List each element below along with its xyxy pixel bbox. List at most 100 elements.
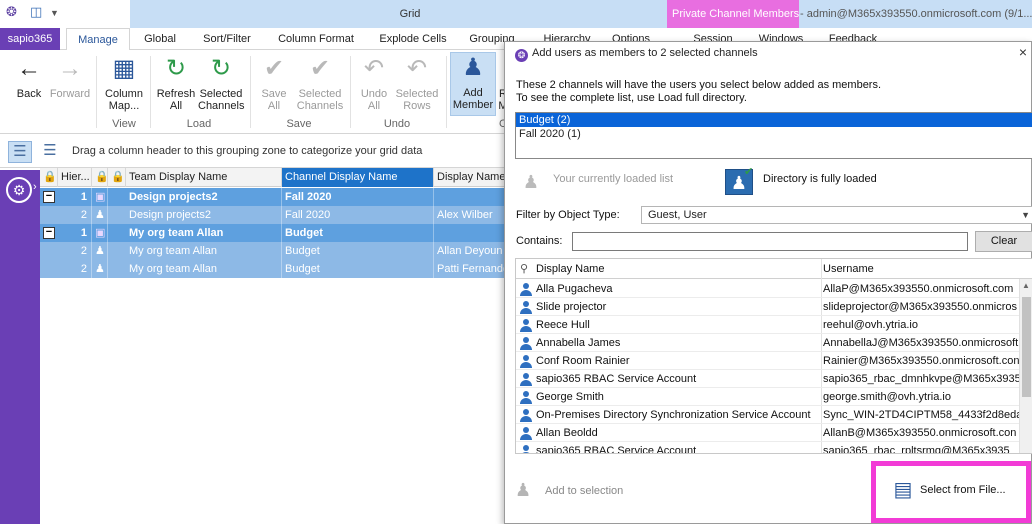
directory-option[interactable]: ♟ ✔ Directory is fully loaded [725,166,925,197]
collapse-icon[interactable]: − [43,191,55,203]
select-from-file-button[interactable]: ▤ Select from File... [890,476,1006,504]
add-member-label-2: Member [452,99,494,111]
title-bar: ❂ ◫ ▼ Grid Private Channel Members - adm… [0,0,1032,28]
dialog-message-line-1: These 2 channels will have the users you… [516,79,882,91]
user-username: george.smith@ovh.ytria.io [823,391,951,403]
tab-global[interactable]: Global [136,28,184,50]
list-view-icon[interactable]: ☰ [8,141,32,163]
table-row[interactable]: 2 ♟ Design projects2 Fall 2020 Alex Wilb… [40,206,505,224]
list-item[interactable]: George Smith george.smith@ovh.ytria.io [516,388,1021,406]
list-item[interactable]: sapio365 RBAC Service Account sapio365_r… [516,370,1021,388]
save-all-label-2: All [267,100,281,112]
chevron-right-icon[interactable]: › [33,181,37,193]
list-item[interactable]: Conf Room Rainier Rainier@M365x393550.on… [516,352,1021,370]
loaded-list-option[interactable]: ♟ Your currently loaded list [517,169,717,197]
refresh-selected-channels-button[interactable]: ↻ Selected Channels [198,54,244,112]
close-icon[interactable]: × [1019,44,1027,60]
channel-list[interactable]: Budget (2) Fall 2020 (1) [515,112,1032,159]
ribbon-separator [250,56,251,128]
refresh-label-1: Refresh [156,88,196,100]
quick-access-icon[interactable]: ◫ [30,4,42,20]
scrollbar-thumb[interactable] [1022,297,1031,397]
contains-input[interactable] [572,232,968,251]
scroll-up-icon[interactable]: ▲ [1022,281,1030,290]
list-item[interactable]: Slide projector slideprojector@M365x3935… [516,298,1021,316]
filter-label: Filter by Object Type: [516,209,620,221]
forward-label: Forward [49,88,91,100]
filter-icon[interactable]: ⚲ [520,259,528,279]
undo-all-button[interactable]: ↶ Undo All [354,54,394,112]
list-item[interactable]: Reece Hull reehul@ovh.ytria.io [516,316,1021,334]
list-item[interactable]: Alla Pugacheva AllaP@M365x393550.onmicro… [516,280,1021,298]
tab-column-format[interactable]: Column Format [270,28,362,50]
channel-members-grid[interactable]: 🔒 Hier... 🔒 🔒 Team Display Name Channel … [40,168,505,524]
contains-label: Contains: [516,235,563,247]
window-title: Grid [399,8,421,20]
column-header-display-name[interactable]: Display Name [536,259,604,279]
add-member-button[interactable]: ♟ Add Member [450,52,496,116]
ribbon-separator [350,56,351,128]
column-header-display-name[interactable]: Display Name [434,168,505,187]
user-username: sapio365_rbac_dmnhkvpe@M365x3935 [823,373,1021,385]
back-label: Back [16,88,42,100]
quick-access-dropdown-icon[interactable]: ▼ [50,8,59,18]
channel-name-cell: Budget [282,242,434,260]
channel-name-cell: Budget [282,260,434,278]
list-item[interactable]: On-Premises Directory Synchronization Se… [516,406,1021,424]
object-type-select[interactable]: Guest, User ▼ [641,206,1032,224]
add-members-dialog: ❂ Add users as members to 2 selected chan… [504,41,1032,524]
collapse-icon[interactable]: − [43,227,55,239]
refresh-all-button[interactable]: ↻ Refresh All [154,54,198,112]
channel-name-cell: Fall 2020 [282,206,434,224]
table-row[interactable]: − 1 ▣ Design projects2 Fall 2020 [40,188,505,206]
back-button[interactable]: ← Back [12,54,46,100]
table-row[interactable]: − 1 ▣ My org team Allan Budget [40,224,505,242]
save-selected-label-2: Channels [296,100,344,112]
channel-name-cell: Fall 2020 [282,188,434,206]
channel-list-item[interactable]: Fall 2020 (1) [516,127,1032,141]
column-header-channel-display-name[interactable]: Channel Display Name [282,168,434,187]
list-item[interactable]: Annabella James AnnabellaJ@M365x393550.o… [516,334,1021,352]
tab-explode-cells[interactable]: Explode Cells [372,28,454,50]
team-name-cell: My org team Allan [126,242,282,260]
channel-list-item[interactable]: Budget (2) [516,113,1032,127]
undo-all-label-2: All [367,100,381,112]
undo-selected-button[interactable]: ↶ Selected Rows [394,54,440,112]
table-row[interactable]: 2 ♟ My org team Allan Budget Patti Ferna… [40,260,505,278]
grid-header: 🔒 Hier... 🔒 🔒 Team Display Name Channel … [40,168,505,187]
app-logo-icon[interactable]: ❂ [6,4,17,20]
display-name-cell [434,188,505,206]
user-list-scrollbar[interactable]: ▲ [1019,279,1032,453]
detail-view-icon[interactable]: ☰ [38,141,62,163]
clear-button[interactable]: Clear [975,231,1032,252]
list-item[interactable]: sapio365 RBAC Service Account sapio365_r… [516,442,1021,453]
add-to-selection-button[interactable]: ♟ Add to selection [515,480,623,502]
settings-gear-icon[interactable]: ⚙ [6,177,32,203]
column-header-hierarchy[interactable]: Hier... [58,168,92,187]
column-header-team-display-name[interactable]: Team Display Name [126,168,282,187]
tab-sort-filter[interactable]: Sort/Filter [196,28,258,50]
table-row[interactable]: 2 ♟ My org team Allan Budget Allan Deyou… [40,242,505,260]
user-username: AllaP@M365x393550.onmicrosoft.com [823,283,1014,295]
grouping-zone[interactable]: ☰ ☰ Drag a column header to this groupin… [0,136,510,168]
ribbon-separator [96,56,97,128]
forward-button[interactable]: → Forward [48,54,92,100]
lock-icon: 🔒 [40,168,58,187]
save-group-label: Save [286,118,312,130]
save-all-button[interactable]: ✔ Save All [254,54,294,112]
dialog-message-line-2: To see the complete list, use Load full … [516,92,747,104]
column-header-username[interactable]: Username [823,259,874,279]
user-display-name: sapio365 RBAC Service Account [536,373,697,385]
user-username: reehul@ovh.ytria.io [823,319,918,331]
loaded-list-label: Your currently loaded list [553,173,674,185]
tab-manage[interactable]: Manage [66,28,130,51]
save-selected-button[interactable]: ✔ Selected Channels [296,54,344,112]
list-item[interactable]: Allan Beoldd AllanB@M365x393550.onmicros… [516,424,1021,442]
user-list[interactable]: ⚲ Display Name Username Alla Pugacheva A… [515,258,1032,454]
undo-selected-label-1: Selected [395,88,439,100]
user-icon [520,355,532,368]
column-map-button[interactable]: ▦ Column Map... [102,54,146,112]
object-type-value: Guest, User [648,209,707,221]
user-username: Sync_WIN-2TD4CIPTM58_4433f2d8eda8 [823,409,1021,421]
tab-sapio365[interactable]: sapio365 [0,28,60,50]
